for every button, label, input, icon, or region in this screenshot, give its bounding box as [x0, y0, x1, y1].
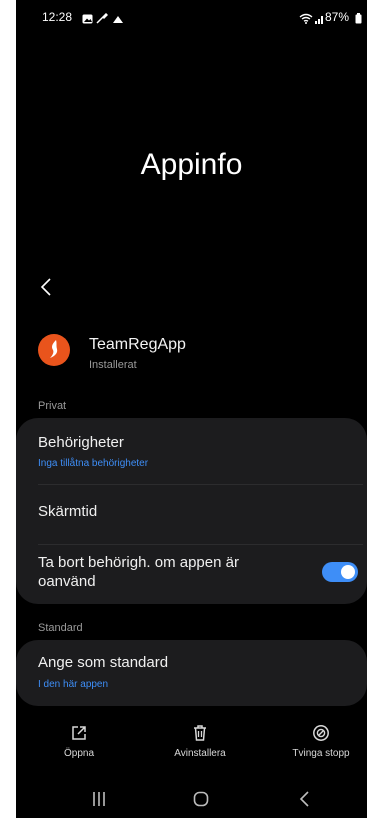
private-settings-card: Behörigheter Inga tillåtna behörigheter … [16, 418, 367, 604]
battery-percent: 87% [325, 10, 350, 24]
set-as-default-subtitle: I den här appen [38, 679, 109, 690]
section-header-standard: Standard [38, 622, 83, 634]
app-icon [38, 334, 70, 366]
home-icon [193, 791, 209, 807]
remove-permissions-row[interactable]: Ta bort behörigh. om appen är oanvänd [16, 545, 367, 604]
cloud-notification-icon [112, 11, 124, 29]
force-stop-button[interactable]: Tvinga stopp [276, 724, 366, 759]
wifi-icon [299, 11, 313, 29]
status-time: 12:28 [42, 10, 73, 24]
permissions-row[interactable]: Behörigheter Inga tillåtna behörigheter [16, 418, 367, 484]
back-button[interactable] [36, 276, 58, 298]
chevron-left-icon [40, 278, 51, 296]
uninstall-button[interactable]: Avinstallera [155, 724, 245, 759]
remove-permissions-toggle[interactable] [322, 562, 358, 582]
stop-icon [313, 725, 329, 741]
toggle-knob [341, 565, 355, 579]
phone-screen: 12:28 87% Appinfo TeamRegApp Installerat… [16, 0, 367, 818]
nav-back-button[interactable] [290, 788, 320, 810]
standard-settings-card: Ange som standard I den här appen [16, 640, 367, 706]
battery-icon [355, 11, 362, 29]
trash-icon [194, 725, 206, 741]
app-name: TeamRegApp [89, 336, 186, 353]
section-header-private: Privat [38, 400, 67, 412]
screen-time-row[interactable]: Skärmtid [16, 485, 367, 544]
set-as-default-title: Ange som standard [38, 654, 169, 671]
open-external-icon [72, 726, 86, 740]
back-arrow-icon [299, 791, 309, 807]
home-button[interactable] [186, 788, 216, 810]
uninstall-label: Avinstallera [174, 748, 226, 759]
remove-permissions-label-line2: oanvänd [38, 573, 96, 590]
recent-apps-button[interactable] [84, 788, 114, 810]
gallery-notification-icon [82, 11, 93, 29]
tool-notification-icon [96, 11, 109, 29]
screen-time-label: Skärmtid [38, 503, 98, 520]
permissions-subtitle: Inga tillåtna behörigheter [38, 458, 149, 469]
open-label: Öppna [63, 748, 95, 759]
page-title: Appinfo [140, 148, 243, 181]
app-install-status: Installerat [89, 359, 137, 371]
set-as-default-row[interactable]: Ange som standard I den här appen [16, 640, 367, 706]
recent-apps-icon [93, 792, 105, 806]
force-stop-label: Tvinga stopp [292, 748, 350, 759]
open-button[interactable]: Öppna [34, 724, 124, 759]
remove-permissions-label-line1: Ta bort behörigh. om appen är [38, 554, 239, 571]
permissions-title: Behörigheter [38, 434, 124, 451]
signal-icon [315, 11, 325, 29]
